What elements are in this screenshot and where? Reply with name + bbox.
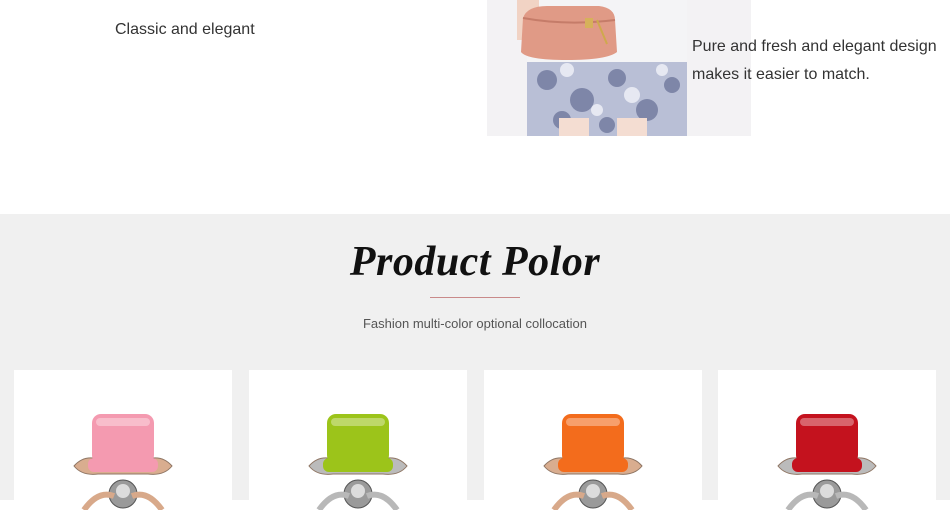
left-caption: Classic and elegant <box>115 21 255 38</box>
orange-chair-icon <box>543 414 643 510</box>
product-card-pink[interactable] <box>14 370 232 510</box>
right-caption: Pure and fresh and elegant design makes … <box>692 33 950 89</box>
product-card-green[interactable] <box>249 370 467 510</box>
title-divider <box>430 297 520 298</box>
green-chair-icon <box>308 414 408 510</box>
section-subtitle: Fashion multi-color optional collocation <box>362 316 587 331</box>
feature-section: Classic and elegant Pure and fresh and e… <box>0 0 950 214</box>
red-chair-icon <box>777 414 877 510</box>
product-color-section: Product Polor Fashion multi-color option… <box>0 214 950 510</box>
right-caption-line-2: makes it easier to match. <box>692 66 870 83</box>
pink-chair-icon <box>73 414 173 510</box>
right-caption-line-1: Pure and fresh and elegant design <box>692 38 937 55</box>
product-card-red[interactable] <box>718 370 936 510</box>
section-title: Product Polor <box>349 239 601 285</box>
product-card-orange[interactable] <box>484 370 702 510</box>
